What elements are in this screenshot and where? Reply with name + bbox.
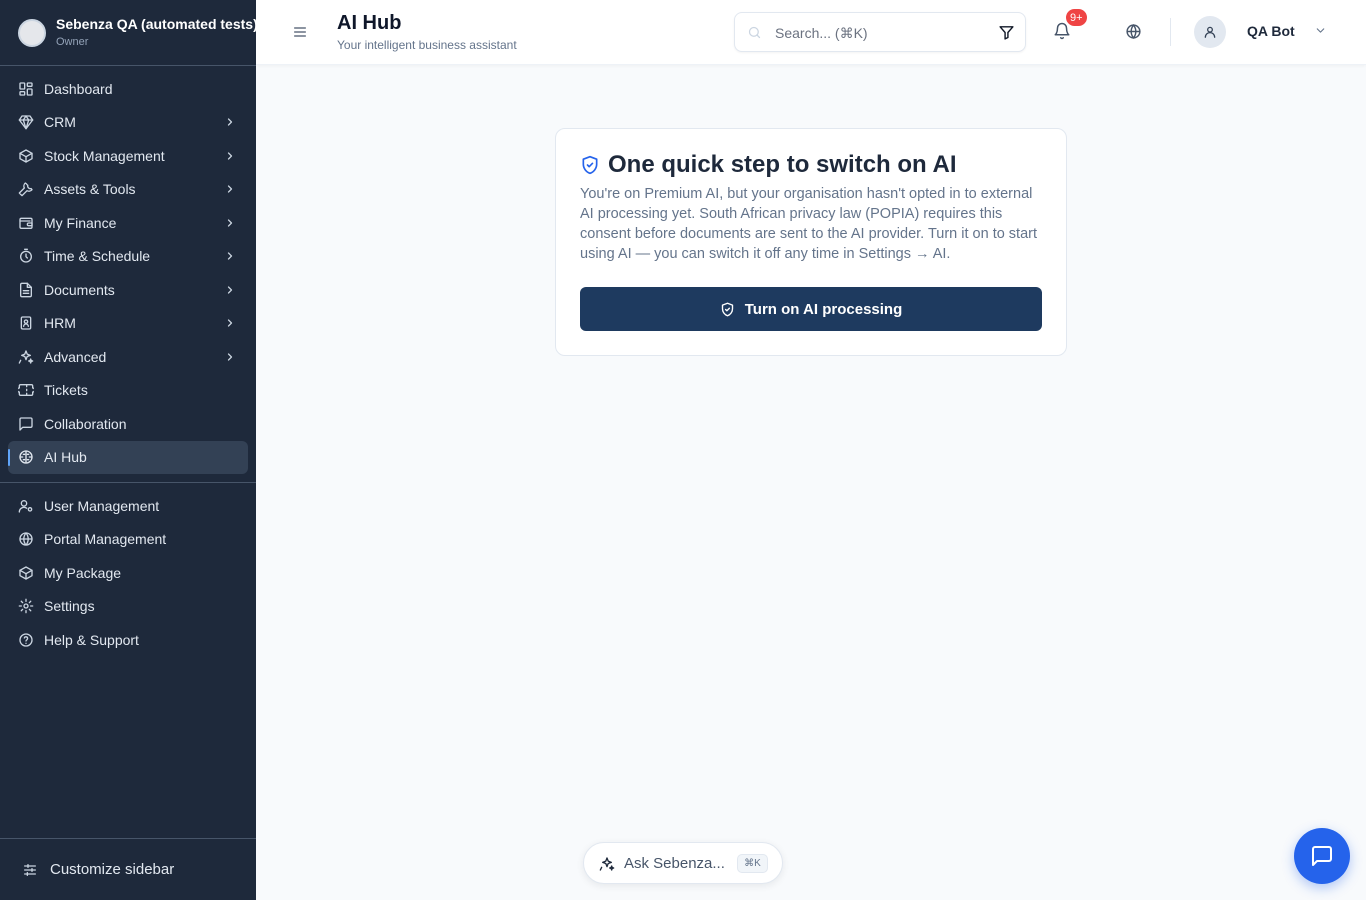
sidebar-item-label: Advanced	[44, 348, 107, 365]
avatar[interactable]	[1194, 16, 1226, 48]
gear-icon	[18, 598, 34, 614]
ai-consent-card: One quick step to switch on AI You're on…	[555, 128, 1067, 356]
chevron-right-icon	[227, 252, 233, 260]
org-role: Owner	[56, 36, 89, 48]
keyboard-shortcut: ⌘K	[737, 854, 768, 873]
sidebar-item-my-package[interactable]: My Package	[0, 556, 256, 590]
gem-icon	[18, 114, 34, 130]
help-circle-icon	[18, 632, 34, 648]
sidebar-item-label: Assets & Tools	[44, 181, 136, 198]
sidebar-item-collaboration[interactable]: Collaboration	[0, 407, 256, 441]
chevron-right-icon	[227, 319, 233, 327]
sidebar-item-label: Tickets	[44, 382, 88, 399]
sidebar-item-label: Dashboard	[44, 80, 113, 97]
sidebar-item-label: Stock Management	[44, 147, 165, 164]
header-divider	[1170, 18, 1171, 46]
sidebar-item-stock-management[interactable]: Stock Management	[0, 139, 256, 173]
ask-sebenza-button[interactable]: Ask Sebenza... ⌘K	[583, 842, 783, 884]
card-title: One quick step to switch on AI	[608, 151, 957, 178]
hamburger-menu-icon[interactable]	[292, 24, 308, 40]
ticket-icon	[18, 382, 34, 398]
org-switcher[interactable]: Sebenza QA (automated tests) Owner	[0, 0, 256, 66]
sidebar-divider	[0, 482, 256, 483]
button-label: Turn on AI processing	[744, 300, 903, 318]
sidebar-item-label: My Finance	[44, 214, 117, 231]
wrench-icon	[18, 181, 34, 197]
org-avatar	[18, 18, 46, 47]
chat-button[interactable]	[1294, 828, 1350, 884]
user-cog-icon	[18, 498, 34, 514]
customize-sidebar-label: Customize sidebar	[50, 861, 175, 878]
page-subtitle: Your intelligent business assistant	[337, 38, 517, 52]
chevron-right-icon	[227, 219, 233, 227]
sidebar-item-user-management[interactable]: User Management	[0, 489, 256, 523]
filter-icon[interactable]	[998, 24, 1015, 41]
sidebar-item-my-finance[interactable]: My Finance	[0, 206, 256, 240]
org-name: Sebenza QA (automated tests)	[56, 16, 256, 32]
package-icon	[18, 148, 34, 164]
chevron-right-icon	[227, 286, 233, 294]
id-badge-icon	[18, 315, 34, 331]
sliders-icon	[22, 862, 38, 878]
chevron-right-icon	[227, 353, 233, 361]
page-title: AI Hub	[337, 12, 402, 34]
sidebar-item-label: CRM	[44, 114, 76, 131]
ai-brain-icon	[18, 449, 34, 465]
chevron-right-icon	[227, 185, 233, 193]
search-input[interactable]	[775, 22, 985, 44]
sidebar-item-label: Settings	[44, 598, 95, 615]
user-name[interactable]: QA Bot	[1247, 23, 1295, 39]
sidebar-item-label: AI Hub	[44, 449, 87, 466]
message-square-icon	[18, 416, 34, 432]
sidebar-item-ai-hub[interactable]: AI Hub	[8, 440, 248, 474]
language-globe-icon[interactable]	[1125, 23, 1142, 40]
sidebar-item-documents[interactable]: Documents	[0, 273, 256, 307]
sidebar-item-crm[interactable]: CRM	[0, 106, 256, 140]
sidebar-item-label: Help & Support	[44, 631, 139, 648]
customize-sidebar-button[interactable]: Customize sidebar	[0, 838, 256, 900]
shield-check-icon	[582, 155, 598, 175]
globe-icon	[18, 531, 34, 547]
dashboard-icon	[18, 81, 34, 97]
sidebar-item-label: Time & Schedule	[44, 248, 151, 265]
chevron-right-icon	[227, 152, 233, 160]
sparkles-icon	[599, 857, 615, 871]
sidebar-item-dashboard[interactable]: Dashboard	[0, 72, 256, 106]
chevron-right-icon	[227, 118, 233, 126]
sidebar-item-label: Portal Management	[44, 531, 167, 548]
sidebar-item-hrm[interactable]: HRM	[0, 307, 256, 341]
timer-icon	[18, 248, 34, 264]
sidebar-item-assets-tools[interactable]: Assets & Tools	[0, 173, 256, 207]
card-header: One quick step to switch on AI	[580, 151, 956, 179]
ask-sebenza-label: Ask Sebenza...	[624, 855, 725, 872]
package-icon	[18, 565, 34, 581]
document-icon	[18, 282, 34, 298]
sidebar-main-nav: Dashboard CRM Stock Management Assets & …	[0, 72, 256, 474]
sidebar-admin-nav: User Management Portal Management My Pac…	[0, 489, 256, 657]
sidebar-item-portal-management[interactable]: Portal Management	[0, 523, 256, 557]
sidebar-item-label: Collaboration	[44, 415, 127, 432]
notification-badge: 9+	[1065, 8, 1088, 27]
sidebar-item-label: User Management	[44, 497, 160, 514]
user-icon	[1204, 26, 1216, 38]
search-icon	[748, 26, 761, 39]
top-header: AI Hub Your intelligent business assista…	[256, 0, 1366, 65]
wallet-icon	[18, 215, 34, 231]
sidebar-item-settings[interactable]: Settings	[0, 590, 256, 624]
card-description: You're on Premium AI, but your organisat…	[580, 186, 1038, 262]
sidebar-item-advanced[interactable]: Advanced	[0, 340, 256, 374]
sidebar-item-help-support[interactable]: Help & Support	[0, 623, 256, 657]
sidebar-item-label: My Package	[44, 564, 122, 581]
search-box	[734, 12, 1026, 52]
sidebar-item-label: Documents	[44, 281, 115, 298]
shield-check-icon	[721, 302, 733, 316]
sidebar-item-label: HRM	[44, 315, 76, 332]
sidebar: Sebenza QA (automated tests) Owner Dashb…	[0, 0, 256, 900]
sidebar-item-time-schedule[interactable]: Time & Schedule	[0, 240, 256, 274]
turn-on-ai-processing-button[interactable]: Turn on AI processing	[580, 287, 1042, 331]
sidebar-item-tickets[interactable]: Tickets	[0, 374, 256, 408]
sparkles-icon	[18, 349, 34, 365]
chevron-down-icon[interactable]	[1314, 24, 1327, 37]
message-square-icon	[1312, 846, 1332, 866]
